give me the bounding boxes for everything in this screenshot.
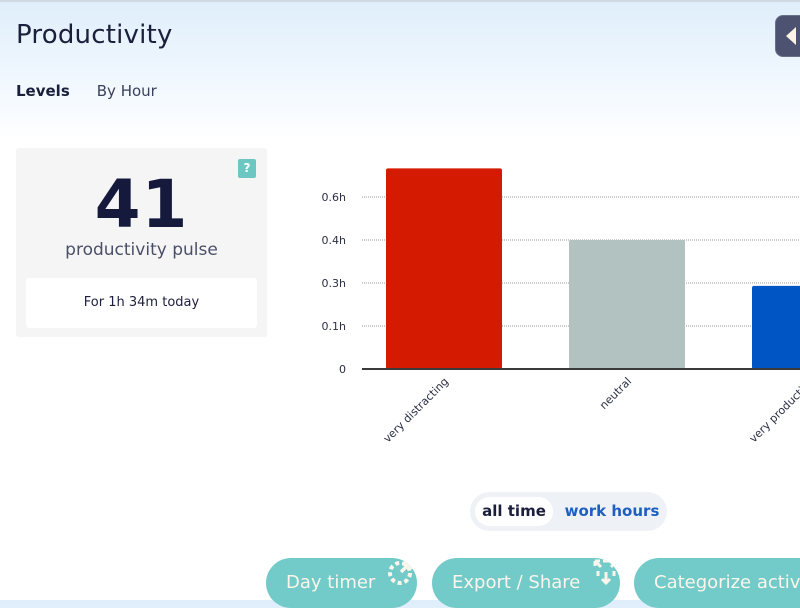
bar-very-distracting[interactable]: [386, 168, 502, 369]
y-axis-ticks: 0 0.1h 0.3h 0.4h 0.6h: [322, 191, 346, 376]
export-share-icon: [592, 558, 620, 606]
bar-very-productive[interactable]: [752, 285, 800, 369]
page-title: Productivity: [16, 20, 173, 50]
y-tick-label: 0.4h: [322, 234, 346, 247]
day-timer-button[interactable]: Day timer: [266, 558, 417, 608]
export-share-button[interactable]: Export / Share: [432, 558, 620, 608]
pulse-score: 41: [94, 166, 189, 243]
x-axis-categories: very distracting neutral very productive: [381, 375, 800, 446]
tab-by-hour[interactable]: By Hour: [97, 82, 157, 100]
y-tick-label: 0.1h: [322, 320, 346, 333]
day-timer-label: Day timer: [286, 572, 376, 593]
time-range-toggle: all time work hours: [470, 492, 667, 531]
bars: [386, 168, 800, 369]
export-share-label: Export / Share: [452, 572, 581, 593]
y-tick-label: 0: [339, 363, 346, 376]
y-tick-label: 0.6h: [322, 191, 346, 204]
tab-levels[interactable]: Levels: [16, 82, 70, 100]
categorize-label: Categorize activiti: [654, 572, 800, 593]
top-border: [0, 0, 800, 2]
x-category-label: very productive: [747, 375, 800, 445]
y-tick-label: 0.3h: [322, 277, 346, 290]
collapse-panel-button[interactable]: [775, 15, 800, 57]
x-category-label: neutral: [597, 375, 634, 412]
chevron-left-icon: [786, 27, 796, 45]
timer-refresh-icon: [387, 558, 415, 606]
x-category-label: very distracting: [381, 375, 451, 445]
productivity-levels-chart: 0 0.1h 0.3h 0.4h 0.6h very distracting neutra…: [322, 168, 800, 446]
bar-neutral[interactable]: [569, 240, 685, 369]
view-tabs: Levels By Hour: [16, 82, 157, 100]
toggle-work-hours[interactable]: work hours: [563, 497, 661, 526]
pulse-label: productivity pulse: [65, 240, 218, 260]
categorize-activities-button[interactable]: Categorize activiti: [634, 558, 800, 608]
pulse-duration: For 1h 34m today: [26, 278, 257, 328]
toggle-all-time[interactable]: all time: [475, 497, 553, 526]
productivity-pulse-card: ? 41 productivity pulse For 1h 34m today: [16, 148, 267, 337]
